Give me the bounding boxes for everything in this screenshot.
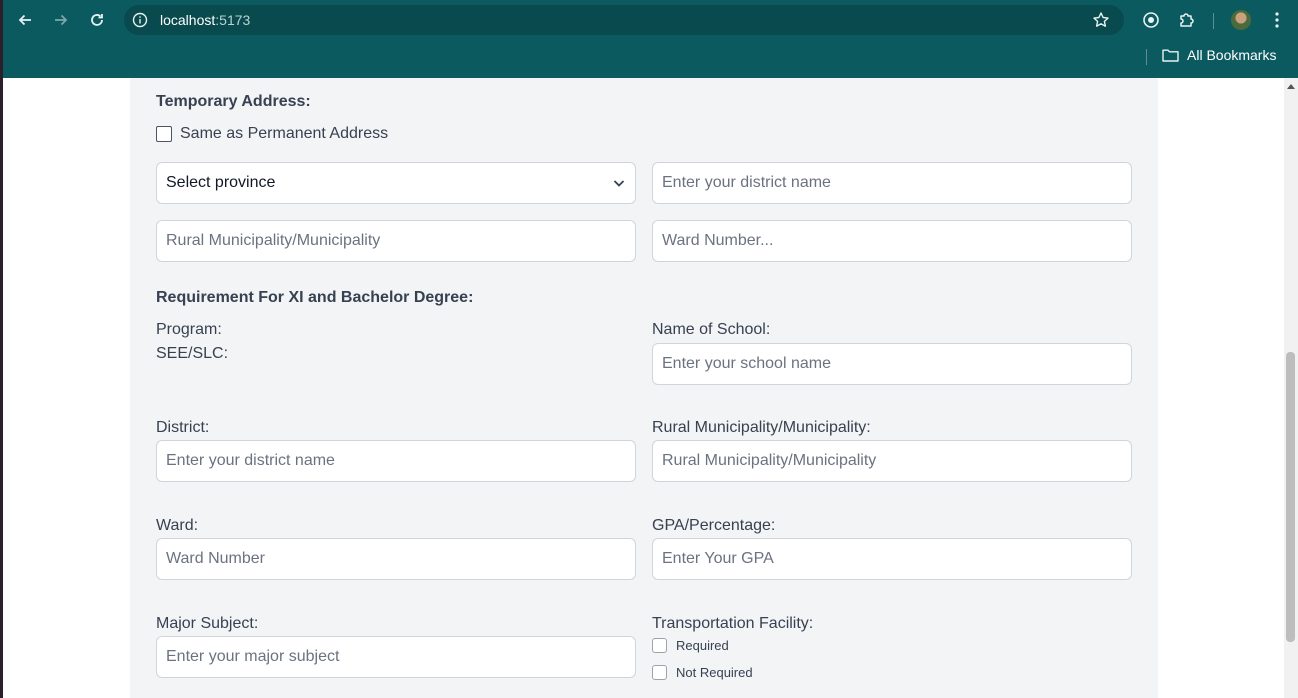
temporary-address-title: Temporary Address:: [156, 93, 311, 110]
school-name-input[interactable]: [652, 343, 1132, 385]
major-subject-input[interactable]: [156, 636, 636, 678]
forward-button[interactable]: [47, 6, 75, 34]
school-label: Name of School:: [652, 321, 771, 338]
toolbar-separator: [1213, 13, 1214, 29]
info-icon[interactable]: [132, 12, 148, 28]
url-port: :5173: [215, 12, 251, 28]
transport-not-required-label: Not Required: [676, 665, 753, 680]
municipality-input[interactable]: [652, 440, 1132, 482]
same-as-permanent-label: Same as Permanent Address: [180, 125, 389, 142]
gpa-label: GPA/Percentage:: [652, 517, 776, 534]
province-select[interactable]: Select province: [156, 162, 636, 204]
arrow-right-icon: [55, 14, 68, 26]
ward-input[interactable]: [156, 538, 636, 580]
url-text: localhost:5173: [160, 12, 250, 28]
back-button[interactable]: [11, 6, 39, 34]
reload-button[interactable]: [83, 6, 111, 34]
program-value: SEE/SLC:: [156, 345, 229, 362]
province-select-value: Select province: [166, 174, 276, 191]
reload-icon: [91, 14, 103, 26]
bookmarks-separator: [1146, 49, 1147, 65]
district-label: District:: [156, 419, 210, 436]
major-subject-label: Major Subject:: [156, 615, 259, 632]
all-bookmarks-button[interactable]: All Bookmarks: [1162, 47, 1276, 63]
temp-municipality-input[interactable]: [156, 220, 636, 262]
transport-required-label: Required: [676, 638, 729, 653]
page-viewport: Temporary Address: Same as Permanent Add…: [0, 78, 1284, 698]
url-host: localhost: [160, 12, 216, 28]
browser-toolbar: localhost:5173 All Bookmarks: [0, 0, 1298, 78]
transport-not-required-checkbox[interactable]: [652, 665, 667, 680]
bookmarks-label: All Bookmarks: [1187, 47, 1277, 63]
same-as-permanent-checkbox[interactable]: [156, 126, 172, 142]
ward-label: Ward:: [156, 517, 199, 534]
profile-avatar[interactable]: [1231, 10, 1251, 30]
municipality-label: Rural Municipality/Municipality:: [652, 419, 871, 436]
arrow-left-icon: [18, 14, 31, 26]
page-scrollbar[interactable]: [1284, 78, 1298, 698]
district-input[interactable]: [156, 440, 636, 482]
transport-label: Transportation Facility:: [652, 615, 814, 632]
bookmark-star-icon[interactable]: [1092, 11, 1110, 29]
transport-required-checkbox[interactable]: [652, 638, 667, 653]
temp-district-input[interactable]: [652, 162, 1132, 204]
address-bar[interactable]: localhost:5173: [124, 5, 1124, 35]
scroll-thumb[interactable]: [1286, 352, 1295, 642]
chevron-down-icon: [613, 180, 625, 187]
gpa-input[interactable]: [652, 538, 1132, 580]
folder-icon: [1162, 49, 1179, 62]
form-card: Temporary Address: Same as Permanent Add…: [130, 78, 1158, 698]
temp-ward-input[interactable]: [652, 220, 1132, 262]
extension-target-icon[interactable]: [1140, 9, 1162, 31]
requirement-title: Requirement For XI and Bachelor Degree:: [156, 289, 474, 306]
window-edge: [0, 0, 3, 698]
menu-kebab-icon[interactable]: [1266, 9, 1288, 31]
extensions-puzzle-icon[interactable]: [1176, 9, 1198, 31]
scroll-up-arrow-icon[interactable]: [1287, 84, 1295, 89]
program-label: Program:: [156, 321, 222, 338]
